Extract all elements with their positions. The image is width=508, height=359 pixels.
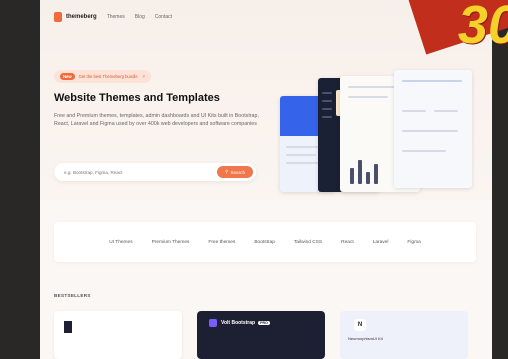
- preview-landing: [394, 70, 472, 188]
- category-figma[interactable]: Figma: [407, 240, 420, 245]
- hero-title: Website Themes and Templates: [54, 92, 220, 104]
- nav-link-contact[interactable]: Contact: [155, 14, 172, 20]
- nav-link-themes[interactable]: Themes: [107, 14, 125, 20]
- preview-bar: [374, 164, 378, 184]
- product-card-neumorphism[interactable]: N NeumorphismUI Kit: [340, 311, 468, 359]
- category-bootstrap[interactable]: Bootstrap: [254, 240, 275, 245]
- preview-bar: [358, 160, 362, 184]
- product-logo-icon: [64, 321, 72, 333]
- top-navigation: themeberg Themes Blog Contact: [54, 12, 172, 22]
- category-tailwind[interactable]: Tailwind CSS: [294, 240, 322, 245]
- announcement-pill[interactable]: New Get the best Themeberg bundle ↗: [54, 70, 152, 83]
- preview-sidebar-line: [322, 92, 332, 94]
- product-card-volt[interactable]: Volt Bootstrap PRO: [197, 311, 325, 359]
- preview-line: [402, 150, 446, 152]
- preview-line: [434, 110, 458, 112]
- preview-line: [348, 96, 388, 98]
- brand-logo[interactable]: themeberg: [54, 12, 97, 22]
- preview-sidebar-line: [322, 108, 332, 110]
- preview-bar: [366, 172, 370, 184]
- preview-line: [402, 80, 462, 82]
- product-title-text: Volt Bootstrap: [221, 320, 256, 326]
- preview-line: [402, 130, 458, 132]
- search-bar: ⚲ Search: [54, 163, 256, 181]
- search-input[interactable]: [64, 169, 204, 175]
- product-title: Volt Bootstrap PRO: [221, 320, 270, 326]
- preview-line: [286, 162, 322, 164]
- nav-link-blog[interactable]: Blog: [135, 14, 145, 20]
- themeberg-logo-icon: [54, 12, 62, 22]
- category-react[interactable]: React: [341, 240, 354, 245]
- volt-logo-icon: [209, 319, 217, 327]
- section-title: BESTSELLERS: [54, 293, 91, 298]
- external-link-icon: ↗: [141, 74, 146, 79]
- pro-badge: PRO: [258, 321, 270, 325]
- pill-tag: New: [60, 73, 75, 80]
- promo-ribbon: 30: [404, 0, 508, 62]
- category-strip: UI Themes Premium Themes Free themes Boo…: [54, 222, 476, 262]
- preview-line: [286, 154, 316, 156]
- product-title: NeumorphismUI Kit: [348, 336, 383, 341]
- category-free-themes[interactable]: Free themes: [208, 240, 235, 245]
- category-laravel[interactable]: Laravel: [373, 240, 389, 245]
- category-ui-themes[interactable]: UI Themes: [109, 240, 132, 245]
- brand-name: themeberg: [66, 14, 97, 20]
- search-icon: ⚲: [225, 169, 229, 174]
- search-button[interactable]: ⚲ Search: [217, 166, 253, 178]
- preview-line: [402, 110, 426, 112]
- preview-line: [348, 86, 398, 88]
- hero-template-previews: [276, 70, 474, 192]
- product-card[interactable]: [54, 311, 182, 359]
- pill-text: Get the best Themeberg bundle: [78, 74, 138, 79]
- hero-subtitle: Free and Premium themes, templates, admi…: [54, 113, 259, 127]
- promo-number: 30: [457, 0, 508, 55]
- preview-sidebar-line: [322, 100, 332, 102]
- search-button-label: Search: [230, 169, 245, 175]
- preview-bar: [350, 168, 354, 184]
- category-premium-themes[interactable]: Premium Themes: [152, 240, 190, 245]
- preview-sidebar-line: [322, 116, 332, 118]
- neumorphism-logo: N: [354, 319, 366, 331]
